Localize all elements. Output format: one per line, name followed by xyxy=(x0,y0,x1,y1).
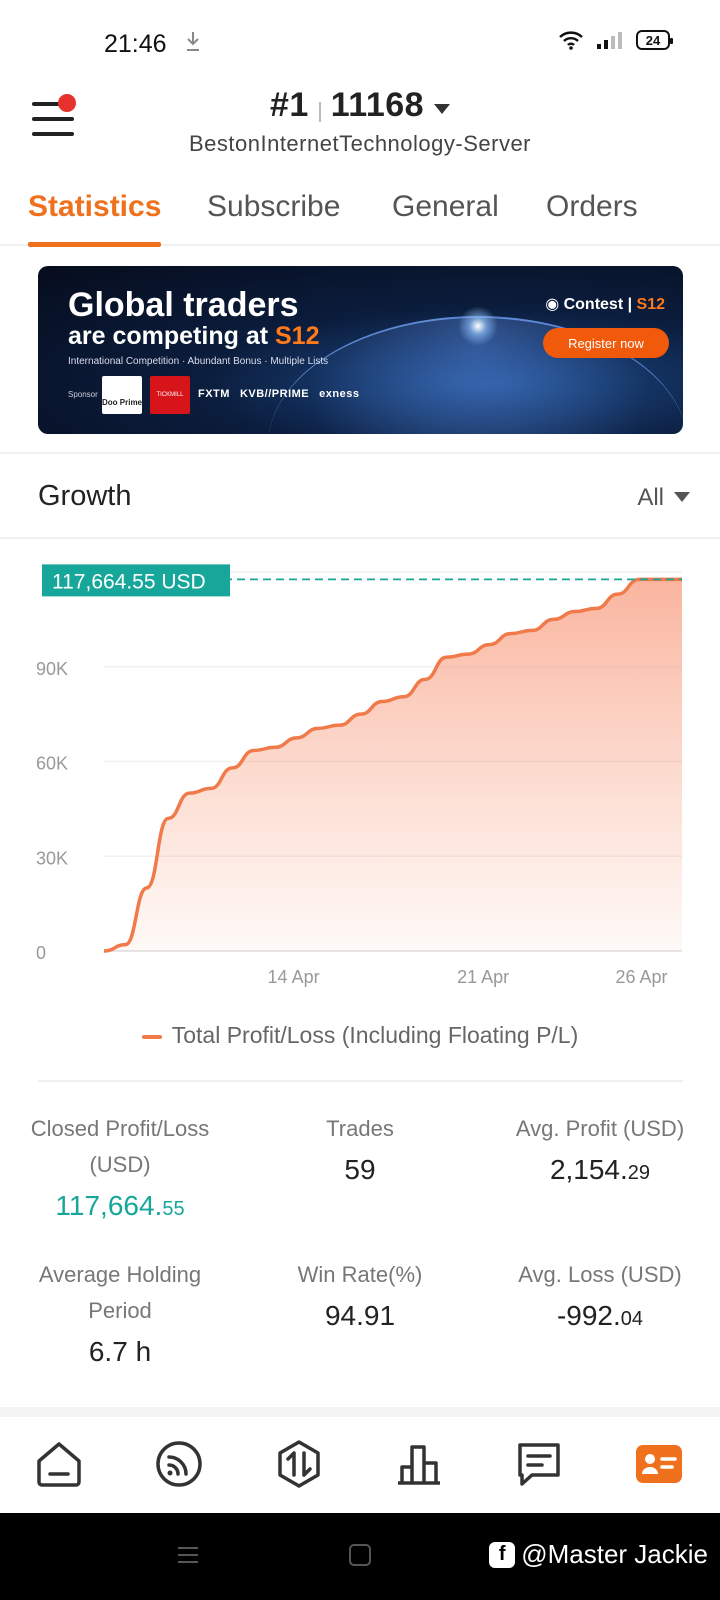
sponsor-logo-tickmill: TICKMILL xyxy=(150,376,190,414)
signal-icon xyxy=(597,32,622,49)
growth-title: Growth xyxy=(38,480,132,512)
section-divider xyxy=(0,537,720,539)
wifi-icon xyxy=(559,31,583,50)
contest-label: Contest xyxy=(563,296,624,313)
banner-contest: ◉ Contest | S12 xyxy=(545,296,665,313)
account-id: 11168 xyxy=(330,86,425,124)
home-button-icon[interactable] xyxy=(348,1543,372,1567)
banner-brand: S12 xyxy=(275,322,320,350)
brand-fxtm: FXTM xyxy=(198,388,230,400)
server-name: BestonInternetTechnology-Server xyxy=(188,131,532,156)
charts-icon[interactable] xyxy=(394,1439,444,1489)
stat-win-rate: Win Rate(%) 94.91 xyxy=(240,1256,480,1332)
stat-label: Avg. Profit (USD) xyxy=(515,1116,685,1141)
status-time: 21:46 xyxy=(104,30,167,58)
stat-value: 94.91 xyxy=(324,1300,396,1331)
account-selector[interactable]: #1 11168 BestonInternetTechnology-Server xyxy=(0,86,720,157)
light-flare xyxy=(458,306,498,346)
stat-label: Average Holding xyxy=(38,1262,202,1287)
nav-separator xyxy=(0,1407,720,1417)
stat-value-main: -992. xyxy=(556,1300,621,1331)
stat-label: Period xyxy=(88,1298,152,1323)
account-separator xyxy=(318,101,321,122)
stat-label: (USD) xyxy=(89,1152,151,1177)
watermark: f @Master Jackie xyxy=(489,1539,708,1570)
recent-apps-icon[interactable] xyxy=(176,1543,200,1567)
account-rank: #1 xyxy=(269,86,309,124)
watermark-text: @Master Jackie xyxy=(521,1539,708,1569)
signals-icon[interactable] xyxy=(154,1439,204,1489)
stat-value: -992.04 xyxy=(480,1300,720,1332)
battery-level: 24 xyxy=(645,32,661,48)
legend-swatch xyxy=(141,1034,162,1039)
banner-subheadline: are competing at S12 xyxy=(68,322,319,351)
register-now-button[interactable]: Register now xyxy=(543,328,669,358)
stat-closed-pl: Closed Profit/Loss (USD) 117,664.55 xyxy=(0,1110,240,1222)
stat-label: Avg. Loss (USD) xyxy=(518,1262,682,1287)
sponsor-label: Sponsor xyxy=(68,390,98,399)
brand-kvb: KVB//PRIME xyxy=(239,388,310,400)
chevron-down-icon xyxy=(674,491,690,502)
profile-card-icon[interactable] xyxy=(634,1439,684,1489)
battery-icon: 24 xyxy=(636,30,673,50)
stat-avg-profit: Avg. Profit (USD) 2,154.29 xyxy=(480,1110,720,1186)
promo-banner[interactable]: Global traders are competing at S12 Inte… xyxy=(38,266,683,434)
stats-divider xyxy=(38,1080,683,1082)
messages-icon[interactable] xyxy=(514,1439,564,1489)
y-tick-label: 60K xyxy=(36,754,68,774)
period-filter-value: All xyxy=(637,484,664,511)
banner-subheadline-text: are competing at xyxy=(68,322,275,350)
period-filter[interactable]: All xyxy=(637,484,690,512)
stat-label: Closed Profit/Loss xyxy=(30,1116,210,1141)
current-value-label: 117,664.55 USD xyxy=(52,570,206,593)
stat-value: 2,154.29 xyxy=(480,1154,720,1186)
home-icon[interactable] xyxy=(34,1439,84,1489)
tab-subscribe[interactable]: Subscribe xyxy=(207,190,340,224)
sponsor-brands: FXTM KVB//PRIME exness xyxy=(198,388,359,400)
tab-bar: Statistics Subscribe General Orders xyxy=(0,180,720,247)
x-tick-label: 21 Apr xyxy=(457,967,509,987)
stat-trades: Trades 59 xyxy=(240,1110,480,1186)
banner-subtitle: International Competition · Abundant Bon… xyxy=(68,356,329,367)
series-area xyxy=(104,579,682,951)
stat-value-main: 2,154. xyxy=(549,1154,628,1185)
x-tick-label: 14 Apr xyxy=(268,967,320,987)
chevron-down-icon xyxy=(434,103,451,114)
legend-label: Total Profit/Loss (Including Floating P/… xyxy=(171,1022,579,1048)
facebook-icon: f xyxy=(489,1541,516,1568)
stat-value-decimal: 29 xyxy=(627,1162,651,1184)
section-divider xyxy=(0,452,720,454)
bottom-nav xyxy=(0,1417,720,1513)
stat-value-decimal: 55 xyxy=(162,1198,185,1220)
stat-value: 6.7 h xyxy=(88,1336,152,1367)
stat-value-decimal: 04 xyxy=(620,1308,644,1330)
chart-legend: Total Profit/Loss (Including Floating P/… xyxy=(0,1022,720,1049)
tab-orders[interactable]: Orders xyxy=(546,190,638,224)
growth-chart: 0 30K 60K 90K 117,664.55 USD 14 Apr 21 Apr 26 A… xyxy=(36,564,682,987)
banner-headline: Global traders xyxy=(68,286,299,324)
brand-exness: exness xyxy=(319,388,360,400)
status-bar: 21:46 24 xyxy=(0,0,720,80)
y-tick-label: 0 xyxy=(36,943,46,963)
system-nav-bar: f @Master Jackie xyxy=(0,1513,720,1600)
download-icon xyxy=(187,32,199,51)
sponsor-logo-dooprime: Doo Prime xyxy=(102,376,142,414)
stat-value: 59 xyxy=(344,1154,376,1185)
stat-label: Trades xyxy=(326,1116,394,1141)
tab-statistics[interactable]: Statistics xyxy=(28,190,162,247)
stat-avg-holding: Average Holding Period 6.7 h xyxy=(0,1256,240,1368)
y-tick-label: 90K xyxy=(36,659,68,679)
stat-label: Win Rate(%) xyxy=(297,1262,423,1287)
y-tick-label: 30K xyxy=(36,848,68,868)
trade-icon[interactable] xyxy=(274,1439,324,1489)
x-tick-label: 26 Apr xyxy=(616,967,668,987)
tab-general[interactable]: General xyxy=(392,190,499,224)
stat-value-main: 117,664. xyxy=(55,1190,163,1221)
stat-value: 117,664.55 xyxy=(0,1190,240,1222)
contest-brand: S12 xyxy=(636,296,665,313)
stat-avg-loss: Avg. Loss (USD) -992.04 xyxy=(480,1256,720,1332)
